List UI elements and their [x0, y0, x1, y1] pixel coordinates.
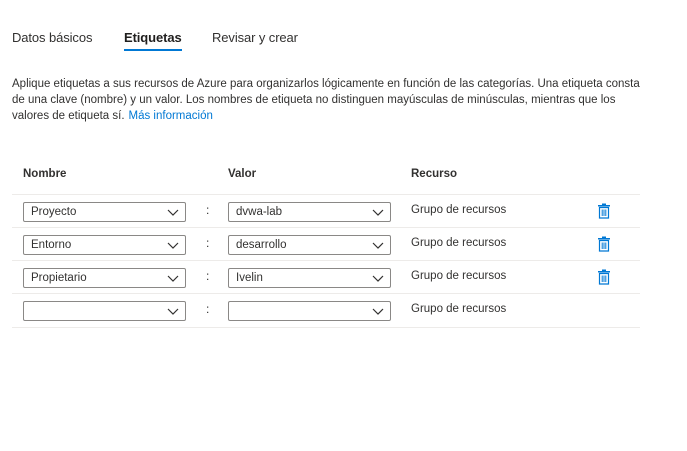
chevron-down-icon	[372, 209, 384, 216]
tag-row: Entorno : desarrollo Grupo de recursos	[12, 227, 640, 261]
tag-name-value: Proyecto	[31, 206, 77, 218]
tag-value-dropdown[interactable]: desarrollo	[228, 235, 391, 255]
tag-name-dropdown[interactable]	[23, 301, 186, 321]
delete-icon[interactable]	[597, 203, 611, 219]
tag-name-value: Entorno	[31, 239, 72, 251]
tag-row: Proyecto : dvwa-lab Grupo de recursos	[12, 194, 640, 228]
tag-row: Propietario : Ivelin Grupo de recursos	[12, 260, 640, 294]
colon-separator: :	[206, 269, 210, 283]
tab-revisar-y-crear[interactable]: Revisar y crear	[212, 30, 298, 45]
tag-value-value: Ivelin	[236, 272, 263, 284]
description-text: Aplique etiquetas a sus recursos de Azur…	[12, 78, 640, 122]
tag-name-dropdown[interactable]: Propietario	[23, 268, 186, 288]
delete-icon[interactable]	[597, 269, 611, 285]
chevron-down-icon	[372, 308, 384, 315]
chevron-down-icon	[167, 275, 179, 282]
description: Aplique etiquetas a sus recursos de Azur…	[12, 76, 648, 124]
tag-resource: Grupo de recursos	[411, 303, 507, 315]
chevron-down-icon	[167, 308, 179, 315]
more-info-link[interactable]: Más información	[129, 110, 213, 122]
tag-row: : Grupo de recursos	[12, 293, 640, 328]
header-name: Nombre	[23, 168, 67, 180]
delete-icon[interactable]	[597, 236, 611, 252]
tag-resource: Grupo de recursos	[411, 237, 507, 249]
header-value: Valor	[228, 168, 257, 180]
tag-name-dropdown[interactable]: Proyecto	[23, 202, 186, 222]
header-resource: Recurso	[411, 168, 458, 180]
tag-name-value: Propietario	[31, 272, 87, 284]
colon-separator: :	[206, 302, 210, 316]
tag-value-value: desarrollo	[236, 239, 287, 251]
tag-value-dropdown[interactable]	[228, 301, 391, 321]
colon-separator: :	[206, 236, 210, 250]
tag-value-value: dvwa-lab	[236, 206, 283, 218]
chevron-down-icon	[167, 209, 179, 216]
chevron-down-icon	[372, 275, 384, 282]
tab-etiquetas[interactable]: Etiquetas	[124, 30, 182, 51]
colon-separator: :	[206, 203, 210, 217]
tag-value-dropdown[interactable]: Ivelin	[228, 268, 391, 288]
tab-datos-basicos[interactable]: Datos básicos	[12, 30, 92, 45]
tag-name-dropdown[interactable]: Entorno	[23, 235, 186, 255]
chevron-down-icon	[167, 242, 179, 249]
tag-resource: Grupo de recursos	[411, 204, 507, 216]
tag-value-dropdown[interactable]: dvwa-lab	[228, 202, 391, 222]
tag-resource: Grupo de recursos	[411, 270, 507, 282]
chevron-down-icon	[372, 242, 384, 249]
